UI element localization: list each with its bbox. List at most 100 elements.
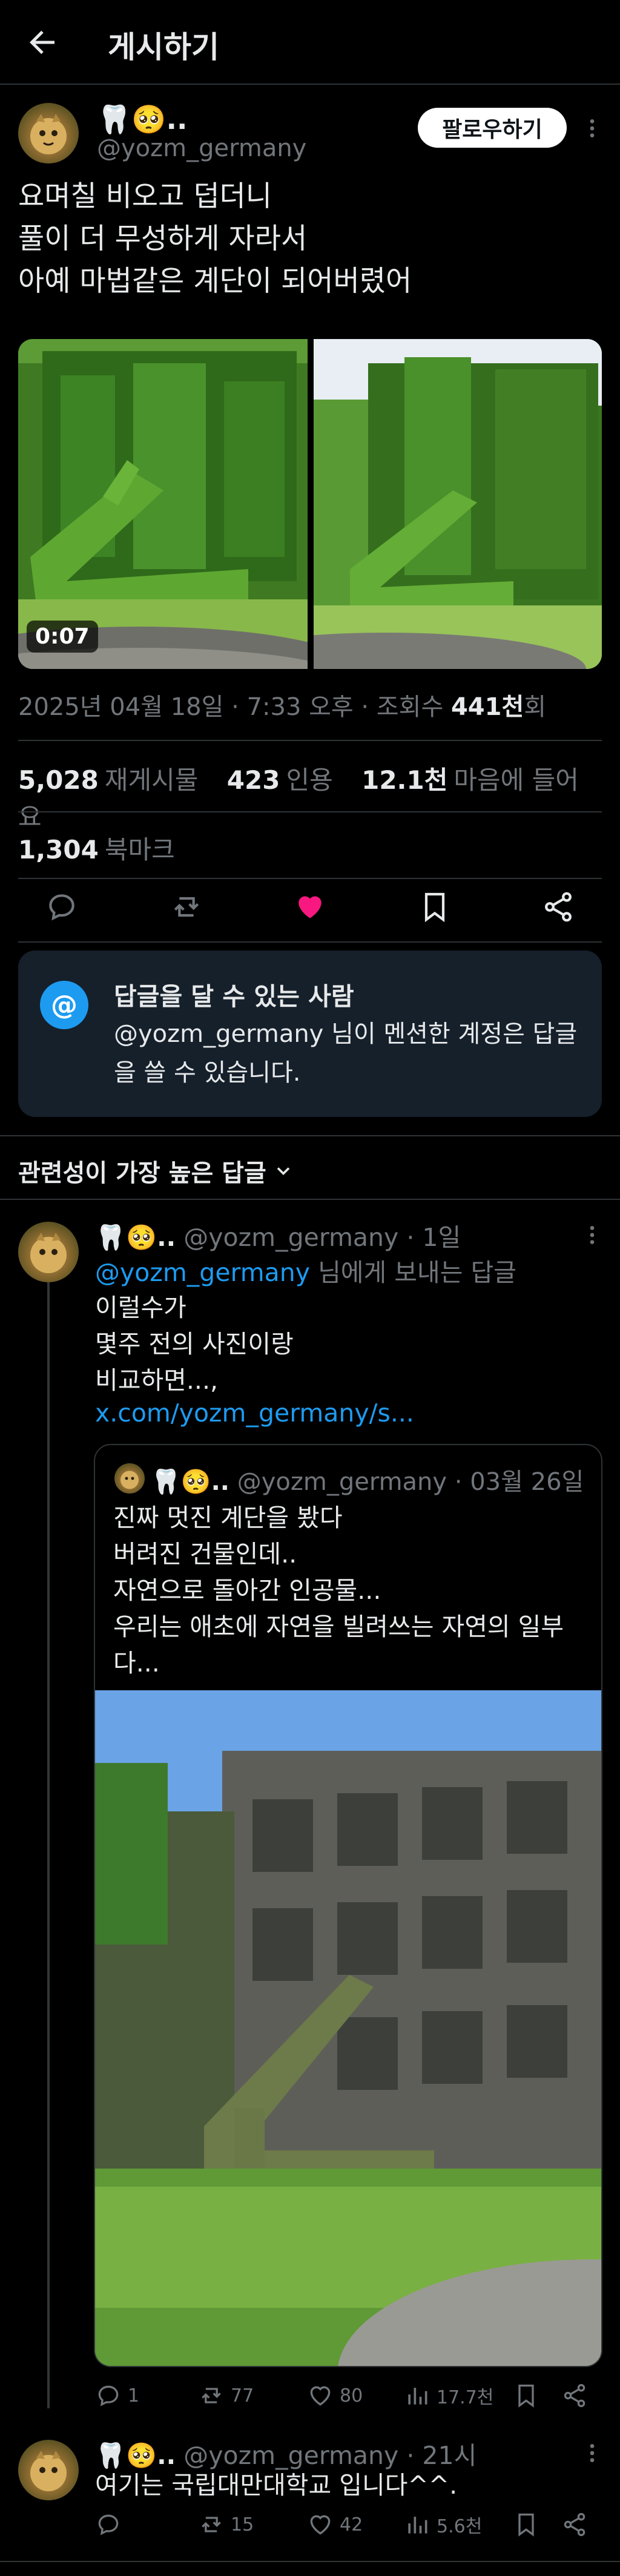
- view-count: 441천: [450, 693, 524, 721]
- reply-avatar[interactable]: [18, 1222, 79, 1282]
- like-button[interactable]: 80: [307, 2382, 363, 2409]
- bookmark-button[interactable]: [513, 2382, 539, 2409]
- at-icon: @: [40, 981, 88, 1029]
- divider: [0, 1199, 620, 1200]
- chevron-down-icon: [277, 1167, 290, 1176]
- views-button[interactable]: 5.6천: [404, 2511, 482, 2538]
- share-icon[interactable]: [541, 890, 575, 924]
- view-count: 5.6천: [437, 2516, 483, 2537]
- reply-handle[interactable]: @yozm_germany: [183, 2441, 398, 2470]
- repost-count[interactable]: 5,028: [18, 765, 99, 795]
- quoted-handle: @yozm_germany: [237, 1468, 447, 1496]
- reply-text: 이럴수가 몇주 전의 사진이랑 비교하면...,: [95, 1293, 294, 1395]
- reply-button[interactable]: 1: [95, 2382, 139, 2409]
- replying-to: @yozm_germany 님에게 보내는 답글: [95, 1258, 516, 1287]
- share-icon: [564, 2383, 585, 2408]
- like-icon: [310, 2515, 331, 2535]
- post-meta: 2025년 04월 18일 · 7:33 오후 · 조회수 441천회: [18, 693, 547, 721]
- repost-count: 15: [231, 2514, 254, 2535]
- author-display-name[interactable]: 🦷🥺..: [97, 103, 188, 136]
- post-actions: [0, 890, 620, 938]
- thread-connector: [47, 1282, 50, 2408]
- bookmark-icon: [518, 2513, 534, 2537]
- post-video[interactable]: [18, 339, 308, 669]
- like-button[interactable]: 42: [307, 2511, 363, 2538]
- repost-button[interactable]: 77: [198, 2382, 254, 2409]
- bookmark-count: 1,304: [18, 835, 99, 865]
- divider: [0, 2561, 620, 2562]
- repost-count: 77: [231, 2385, 254, 2406]
- back-arrow-icon[interactable]: [24, 24, 61, 61]
- post-text: 요며칠 비오고 덥더니 풀이 더 무성하게 자라서 아예 마법같은 계단이 되어…: [18, 180, 412, 298]
- share-button[interactable]: [561, 2382, 588, 2409]
- share-button[interactable]: [561, 2511, 588, 2538]
- quoted-avatar: [114, 1463, 145, 1494]
- reply-actions: 1 77 80 17.7천: [95, 2382, 598, 2419]
- quoted-time: · 03월 26일: [454, 1468, 584, 1496]
- reply-restriction-body: @yozm_germany 님이 멘션한 계정은 답글을 쓸 수 있습니다.: [114, 1020, 578, 1087]
- quoted-text: 진짜 멋진 계단을 봤다 버려진 건물인데.. 자연으로 돌아간 인공물... …: [113, 1503, 564, 1678]
- bookmark-button[interactable]: [513, 2511, 539, 2538]
- like-count: 42: [340, 2514, 363, 2535]
- author-handle[interactable]: @yozm_germany: [97, 134, 306, 162]
- views-chart-icon: [408, 2388, 427, 2405]
- reply-text: 여기는 국립대만대학교 입니다^^.: [95, 2471, 458, 2500]
- reply-header: 🦷🥺.. @yozm_germany · 1일: [95, 1217, 461, 1253]
- page-title: 게시하기: [108, 30, 219, 65]
- reply-restriction-title: 답글을 달 수 있는 사람: [114, 982, 354, 1011]
- more-options-icon[interactable]: [580, 1223, 604, 1247]
- reply-display-name[interactable]: 🦷🥺..: [95, 1223, 176, 1252]
- reply-sort-dropdown[interactable]: 관련성이 가장 높은 답글: [18, 1153, 294, 1188]
- reply-actions: 15 42 5.6천: [95, 2511, 598, 2548]
- reply-icon: [98, 2514, 119, 2535]
- divider: [0, 1135, 620, 1136]
- reply-restriction-notice: @ 답글을 달 수 있는 사람 @yozm_germany 님이 멘션한 계정은…: [18, 950, 602, 1117]
- engagement-stats: 5,028 재게시물 423 인용 12.1천 마음에 들어요: [18, 765, 579, 832]
- bookmark-icon[interactable]: [418, 890, 452, 924]
- like-icon[interactable]: [293, 890, 327, 924]
- repost-icon: [202, 2517, 221, 2532]
- quoted-image[interactable]: [95, 1690, 601, 2366]
- video-duration-badge: 0:07: [27, 621, 98, 653]
- reply-header: 🦷🥺.. @yozm_germany · 21시: [95, 2435, 477, 2471]
- views-button[interactable]: 17.7천: [404, 2382, 493, 2409]
- more-options-icon[interactable]: [580, 116, 604, 140]
- like-icon: [310, 2386, 331, 2406]
- more-options-icon[interactable]: [580, 2441, 604, 2465]
- reply-button[interactable]: [95, 2511, 128, 2538]
- reply-link[interactable]: x.com/yozm_germany/s...: [95, 1398, 414, 1428]
- like-count: 80: [340, 2385, 363, 2406]
- quoted-header: 🦷🥺.. @yozm_germany · 03월 26일: [151, 1462, 584, 1497]
- views-chart-icon: [408, 2517, 427, 2534]
- replying-to-handle[interactable]: @yozm_germany: [95, 1258, 310, 1287]
- quoted-post[interactable]: 🦷🥺.. @yozm_germany · 03월 26일 진짜 멋진 계단을 봤…: [94, 1444, 602, 2367]
- divider: [18, 811, 602, 812]
- repost-button[interactable]: 15: [198, 2511, 254, 2538]
- reply-sort-label: 관련성이 가장 높은 답글: [18, 1159, 266, 1187]
- reply-handle[interactable]: @yozm_germany: [183, 1223, 398, 1252]
- view-count: 17.7천: [437, 2387, 494, 2408]
- divider: [18, 878, 602, 879]
- bookmark-stats: 1,304 북마크: [18, 835, 175, 865]
- author-avatar[interactable]: [18, 103, 79, 163]
- reply-icon: [98, 2385, 119, 2406]
- like-count[interactable]: 12.1천: [361, 765, 447, 795]
- bookmark-icon: [518, 2384, 534, 2408]
- reply-time[interactable]: · 1일: [406, 1223, 461, 1252]
- quote-count[interactable]: 423: [227, 765, 280, 795]
- reply-display-name[interactable]: 🦷🥺..: [95, 2441, 176, 2470]
- reply-count: 1: [128, 2385, 140, 2406]
- post-image[interactable]: [314, 339, 602, 669]
- quoted-display-name: 🦷🥺..: [151, 1468, 229, 1496]
- reply-avatar[interactable]: [18, 2440, 79, 2500]
- divider: [18, 740, 602, 741]
- top-bar: 게시하기: [0, 0, 620, 85]
- repost-icon: [202, 2388, 221, 2403]
- divider: [18, 941, 602, 943]
- reply-time[interactable]: · 21시: [406, 2441, 477, 2470]
- reply-icon[interactable]: [45, 890, 79, 924]
- follow-button[interactable]: 팔로우하기: [418, 108, 567, 148]
- share-icon: [564, 2512, 585, 2537]
- repost-icon[interactable]: [170, 890, 203, 924]
- post-date[interactable]: 2025년 04월 18일 · 7:33 오후 · 조회수: [18, 693, 451, 721]
